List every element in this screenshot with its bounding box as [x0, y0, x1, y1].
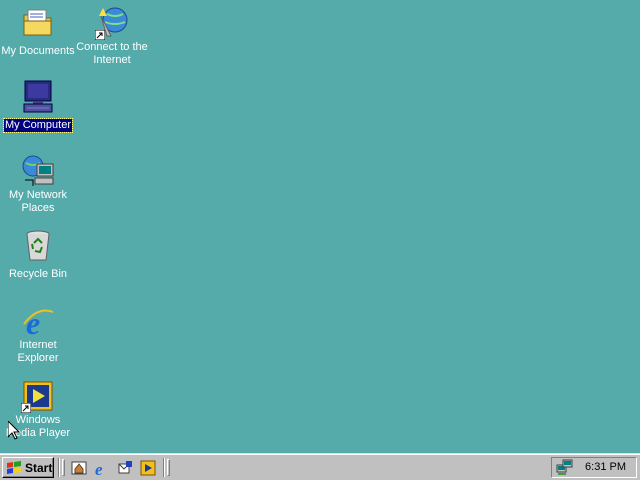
tray-clock[interactable]: 6:31 PM — [585, 461, 626, 473]
quick-launch-outlook-express[interactable] — [115, 458, 135, 477]
connect-wizard-icon — [95, 6, 129, 40]
svg-text:e: e — [95, 460, 103, 476]
taskbar-separator — [163, 458, 165, 477]
system-tray: 6:31 PM — [551, 457, 637, 478]
desktop-icon-recycle-bin[interactable]: Recycle Bin — [0, 227, 76, 282]
network-connection-icon[interactable] — [556, 459, 574, 476]
desktop-icon-label: My Computer — [2, 118, 74, 133]
internet-explorer-icon: e — [95, 460, 103, 476]
desktop-icon-my-network-places[interactable]: My Network Places — [0, 152, 76, 216]
mouse-cursor-icon — [8, 421, 20, 440]
svg-text:e: e — [26, 305, 40, 338]
recycle-bin-icon — [21, 229, 55, 263]
quick-launch-internet-explorer[interactable]: e — [92, 458, 112, 477]
taskbar-grip[interactable] — [167, 459, 170, 476]
quick-launch-media-player[interactable] — [138, 458, 158, 477]
computer-icon — [21, 80, 55, 114]
desktop-icon-connect-internet[interactable]: Connect to the Internet — [74, 4, 150, 68]
desktop-icon-my-documents[interactable]: My Documents — [0, 4, 76, 59]
desktop-icon-label: Internet Explorer — [17, 339, 59, 364]
desktop-icon-my-computer[interactable]: My Computer — [0, 78, 76, 133]
taskbar: Start e 6:31 PM — [0, 453, 640, 480]
media-player-icon — [140, 460, 156, 475]
windows-logo-icon — [7, 460, 21, 474]
desktop-icon-label: My Documents — [1, 45, 75, 57]
quick-launch-grip[interactable] — [62, 459, 65, 476]
desktop-icon-label: Recycle Bin — [8, 268, 68, 280]
desktop-icon-internet-explorer[interactable]: e Internet Explorer — [0, 302, 76, 366]
taskbar-separator — [58, 458, 60, 477]
desktop-icon-label: Connect to the Internet — [76, 41, 148, 66]
start-button[interactable]: Start — [2, 457, 54, 478]
desktop[interactable]: My Documents Connect to the Internet My … — [0, 0, 640, 453]
desktop-icon-label: My Network Places — [8, 189, 68, 214]
start-label: Start — [25, 460, 53, 475]
network-icon — [21, 154, 55, 188]
shortcut-arrow-icon — [21, 403, 31, 413]
shortcut-arrow-icon — [95, 30, 105, 40]
folder-documents-icon — [21, 6, 55, 40]
quick-launch-show-desktop[interactable] — [69, 458, 89, 477]
outlook-express-icon — [118, 460, 132, 473]
media-player-icon — [21, 379, 55, 413]
show-desktop-icon — [71, 461, 87, 474]
ie-icon: e — [21, 304, 55, 341]
